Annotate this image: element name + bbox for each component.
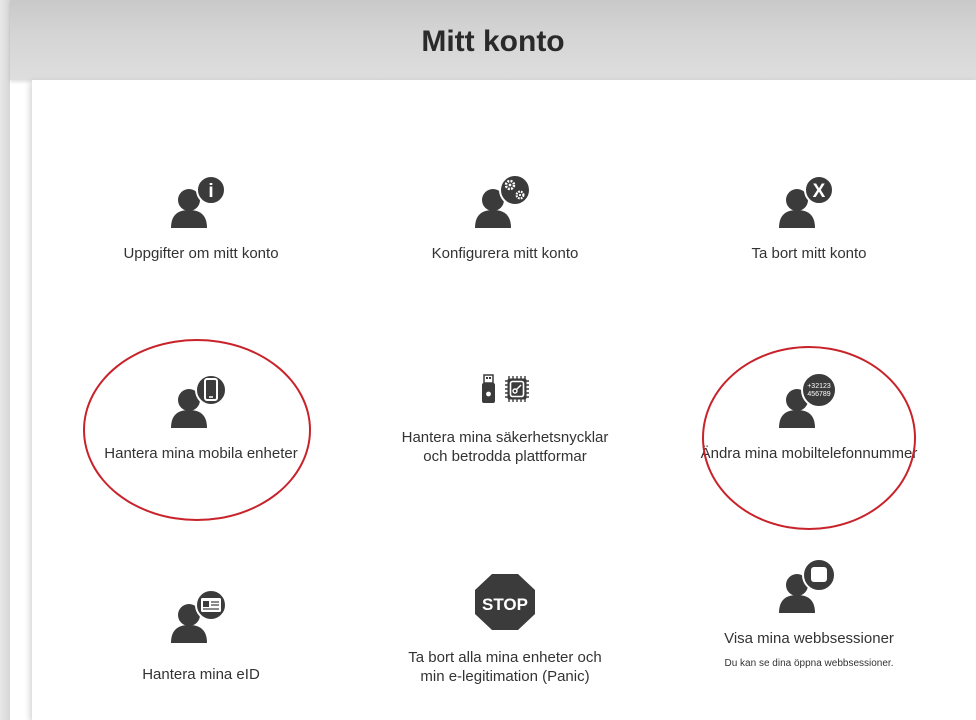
window-frame: [0, 0, 10, 720]
tile-change-mobile-numbers[interactable]: +32123 456789 Ändra mina mobiltelefonnum…: [699, 370, 919, 463]
user-info-icon: i: [171, 175, 226, 228]
tile-manage-eid[interactable]: Hantera mina eID: [91, 585, 311, 684]
tile-label: Ändra mina mobiltelefonnummer: [700, 445, 918, 462]
user-phone-number-icon: +32123 456789: [779, 372, 837, 428]
tile-web-sessions[interactable]: Visa mina webbsessioner Du kan se dina ö…: [699, 555, 919, 671]
page-header: Mitt konto: [10, 0, 976, 80]
account-menu-panel: i Uppgifter om mitt konto Konfigurera mi…: [32, 80, 976, 720]
tile-manage-security-keys[interactable]: Hantera mina säkerhetsnycklar och betrod…: [395, 370, 615, 466]
tile-manage-mobile-devices[interactable]: Hantera mina mobila enheter: [91, 370, 311, 463]
page-title: Mitt konto: [421, 25, 565, 58]
tile-label: Uppgifter om mitt konto: [123, 245, 279, 262]
tile-label: Hantera mina säkerhetsnycklar och betrod…: [401, 429, 609, 465]
user-settings-icon: [475, 174, 531, 228]
tile-label: Ta bort alla mina enheter och min e-legi…: [408, 649, 602, 685]
tile-label: Hantera mina eID: [142, 666, 260, 683]
user-delete-icon: X: [779, 175, 834, 228]
tile-label: Visa mina webbsessioner: [724, 630, 894, 647]
tile-configure-account[interactable]: Konfigurera mitt konto: [395, 170, 615, 263]
tile-panic-remove-all[interactable]: STOP Ta bort alla mina enheter och min e…: [395, 570, 615, 686]
tile-subtext: Du kan se dina öppna webbsessioner.: [724, 658, 894, 669]
tile-account-details[interactable]: i Uppgifter om mitt konto: [91, 170, 311, 263]
svg-text:+32123: +32123: [807, 383, 831, 390]
svg-text:X: X: [813, 181, 826, 202]
user-id-card-icon: [171, 589, 227, 643]
svg-text:i: i: [208, 181, 213, 202]
security-key-chip-icon: [482, 374, 529, 403]
user-mobile-icon: [171, 374, 227, 428]
tile-delete-account[interactable]: X Ta bort mitt konto: [699, 170, 919, 263]
stop-sign-icon: STOP: [475, 574, 535, 630]
svg-text:456789: 456789: [807, 391, 830, 398]
tile-label: Hantera mina mobila enheter: [104, 445, 298, 462]
user-session-icon: [779, 558, 836, 613]
tile-label: Konfigurera mitt konto: [431, 245, 579, 262]
tile-label: Ta bort mitt konto: [751, 245, 867, 262]
svg-text:STOP: STOP: [482, 595, 528, 614]
